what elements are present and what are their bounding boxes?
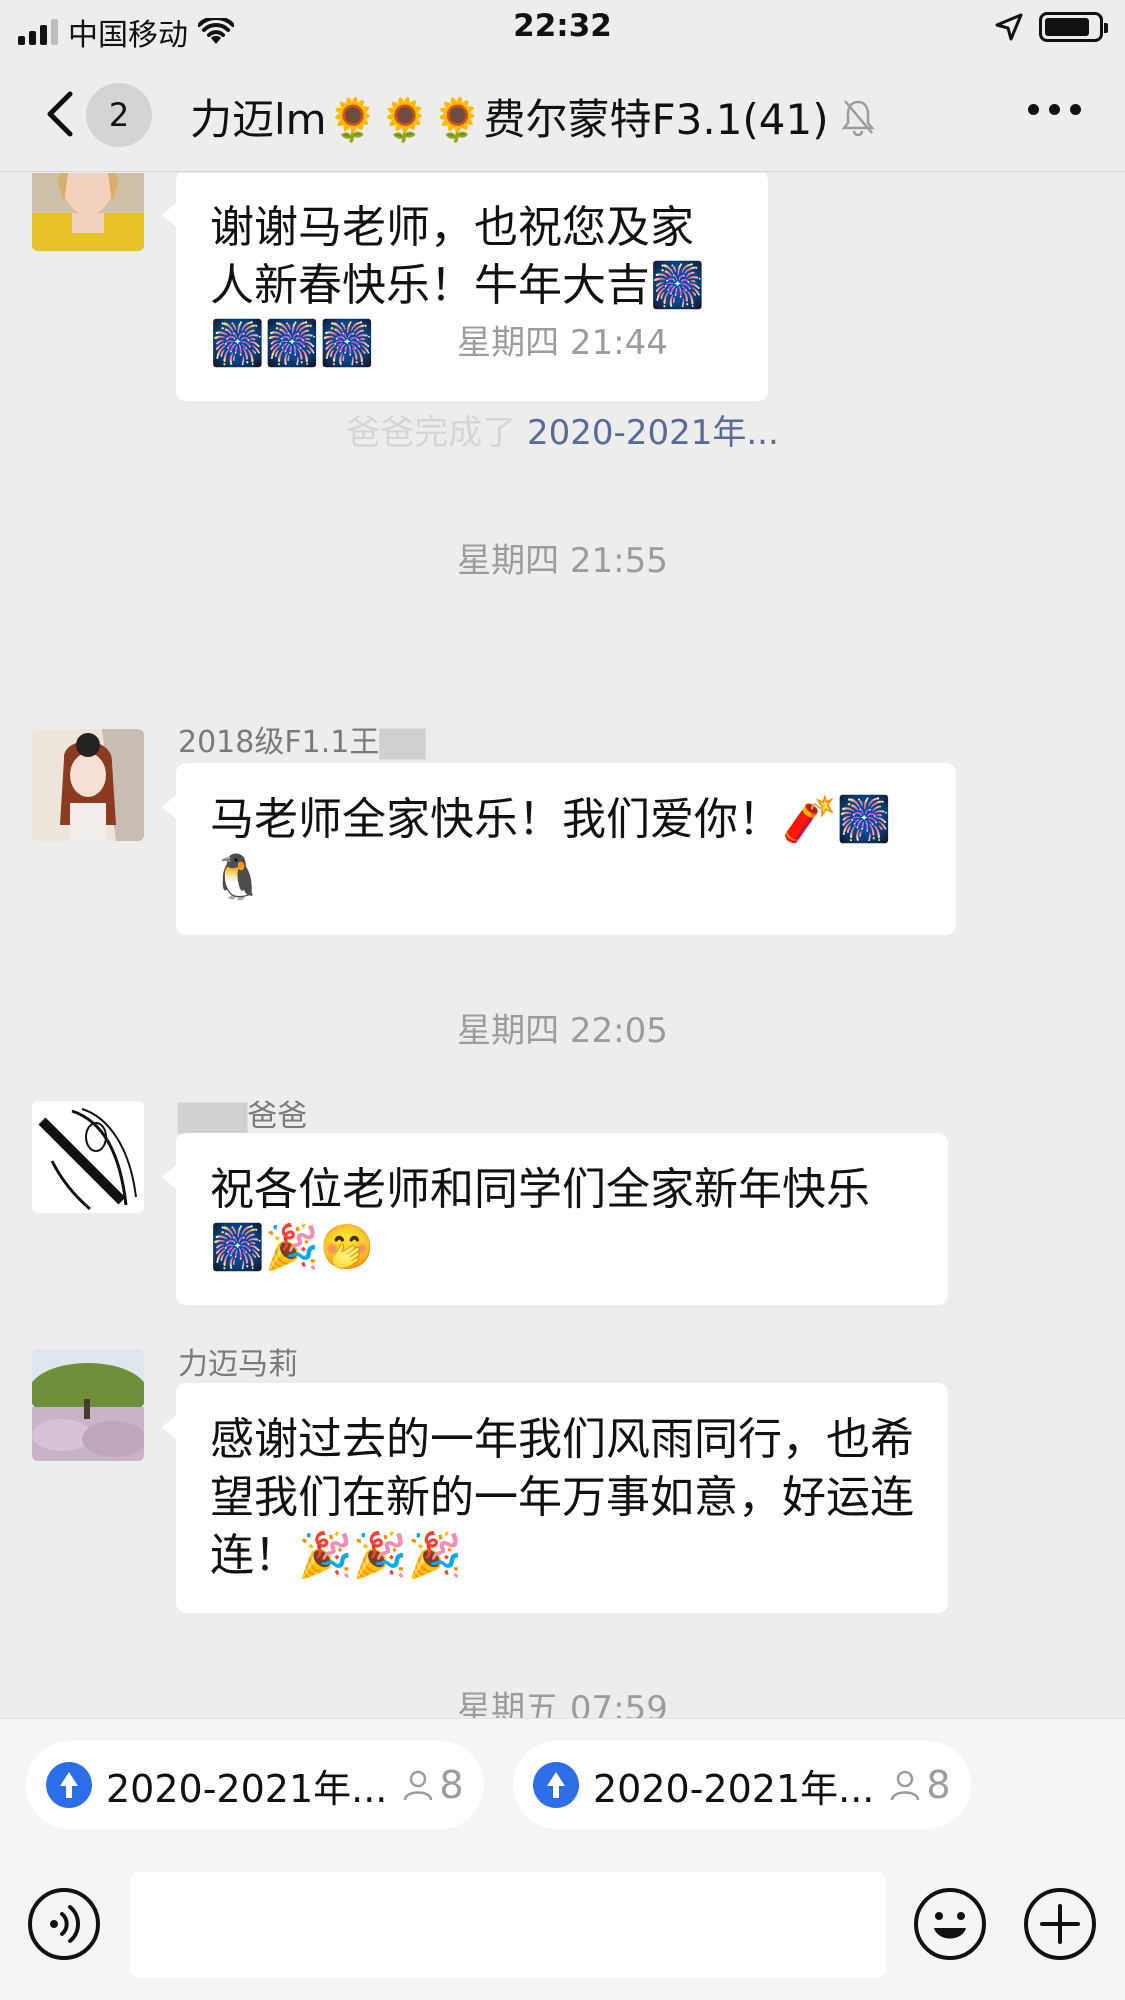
chip-count: 8 xyxy=(926,1763,951,1807)
solitaire-icon xyxy=(46,1762,92,1808)
chip-label: 2020-2021年... xyxy=(593,1766,875,1811)
avatar[interactable] xyxy=(32,729,144,841)
emoji-button[interactable] xyxy=(914,1888,986,1960)
message-text: 祝各位老师和同学们全家新年快乐🎆🎉🤭 xyxy=(210,1164,870,1273)
timestamp: 星期四 22:05 xyxy=(457,1011,668,1051)
system-message-link[interactable]: 2020-2021年... xyxy=(527,413,779,453)
timestamp: 星期五 07:59 xyxy=(457,1689,668,1718)
unread-count-badge[interactable]: 2 xyxy=(86,83,152,147)
message-list[interactable]: 谢谢马老师，也祝您及家人新春快乐！牛年大吉🎆🎆🎆🎆 星期四 21:44 爸爸完成… xyxy=(0,173,1125,1718)
sender-name: 2018级F1.1王▇▇ xyxy=(178,725,426,760)
person-icon xyxy=(891,1770,920,1801)
clock: 22:32 xyxy=(513,8,612,44)
system-message-prefix: 爸爸完成了 xyxy=(346,413,517,453)
input-bar xyxy=(0,1850,1125,2000)
back-chevron-icon[interactable] xyxy=(40,90,80,138)
location-arrow-icon xyxy=(995,13,1023,41)
sender-name: ▇▇▇爸爸 xyxy=(178,1099,308,1134)
redacted-text: ▇▇ xyxy=(379,725,426,760)
status-bar: 中国移动 22:32 xyxy=(0,0,1125,56)
voice-button[interactable] xyxy=(28,1888,100,1960)
person-icon xyxy=(404,1770,433,1801)
chat-title: 力迈lm🌻🌻🌻费尔蒙特F3.1(41) xyxy=(190,86,875,147)
system-message: 爸爸完成了 2020-2021年... xyxy=(0,405,1125,454)
message-bubble[interactable]: 谢谢马老师，也祝您及家人新春快乐！牛年大吉🎆🎆🎆🎆 xyxy=(162,173,768,401)
timestamp: 星期四 21:55 xyxy=(457,541,668,581)
voice-icon xyxy=(50,1905,81,1943)
message-bubble[interactable]: 祝各位老师和同学们全家新年快乐🎆🎉🤭 xyxy=(162,1133,948,1305)
message-text: 感谢过去的一年我们风雨同行，也希望我们在新的一年万事如意，好运连连！🎉🎉🎉 xyxy=(210,1414,914,1581)
chat-header: 2 力迈lm🌻🌻🌻费尔蒙特F3.1(41) xyxy=(0,56,1125,172)
chip-label: 2020-2021年... xyxy=(106,1766,388,1811)
dot-icon xyxy=(1070,104,1081,115)
status-right xyxy=(995,12,1108,42)
dot-icon xyxy=(1028,104,1039,115)
smiley-icon xyxy=(934,1912,966,1939)
avatar[interactable] xyxy=(32,1101,144,1213)
timestamp: 星期四 21:44 xyxy=(457,323,668,363)
solitaire-icon xyxy=(533,1762,579,1808)
message-input[interactable] xyxy=(130,1872,886,1978)
quick-access-bar: 2020-2021年... 8 2020-2021年... 8 xyxy=(0,1718,1125,1850)
mute-bell-icon xyxy=(841,99,875,136)
dot-icon xyxy=(1049,104,1060,115)
message-bubble[interactable]: 感谢过去的一年我们风雨同行，也希望我们在新的一年万事如意，好运连连！🎉🎉🎉 xyxy=(162,1383,948,1613)
more-functions-button[interactable] xyxy=(1024,1888,1096,1960)
more-options-button[interactable] xyxy=(1028,104,1081,115)
message-bubble[interactable]: 马老师全家快乐！我们爱你！🧨🎆🐧 xyxy=(162,763,956,935)
avatar[interactable] xyxy=(32,1349,144,1461)
message-text: 马老师全家快乐！我们爱你！🧨🎆🐧 xyxy=(210,794,892,903)
sender-name: 力迈马莉 xyxy=(178,1347,298,1382)
battery-icon xyxy=(1039,12,1108,42)
battery-level xyxy=(1045,18,1090,36)
avatar[interactable] xyxy=(32,173,144,251)
solitaire-chip[interactable]: 2020-2021年... 8 xyxy=(513,1741,971,1829)
chat-title-text: 力迈lm🌻🌻🌻费尔蒙特F3.1(41) xyxy=(190,95,829,144)
solitaire-chip[interactable]: 2020-2021年... 8 xyxy=(26,1741,484,1829)
plus-icon xyxy=(1040,1904,1080,1944)
redacted-text: ▇▇▇ xyxy=(178,1099,248,1134)
chip-count: 8 xyxy=(439,1763,464,1807)
